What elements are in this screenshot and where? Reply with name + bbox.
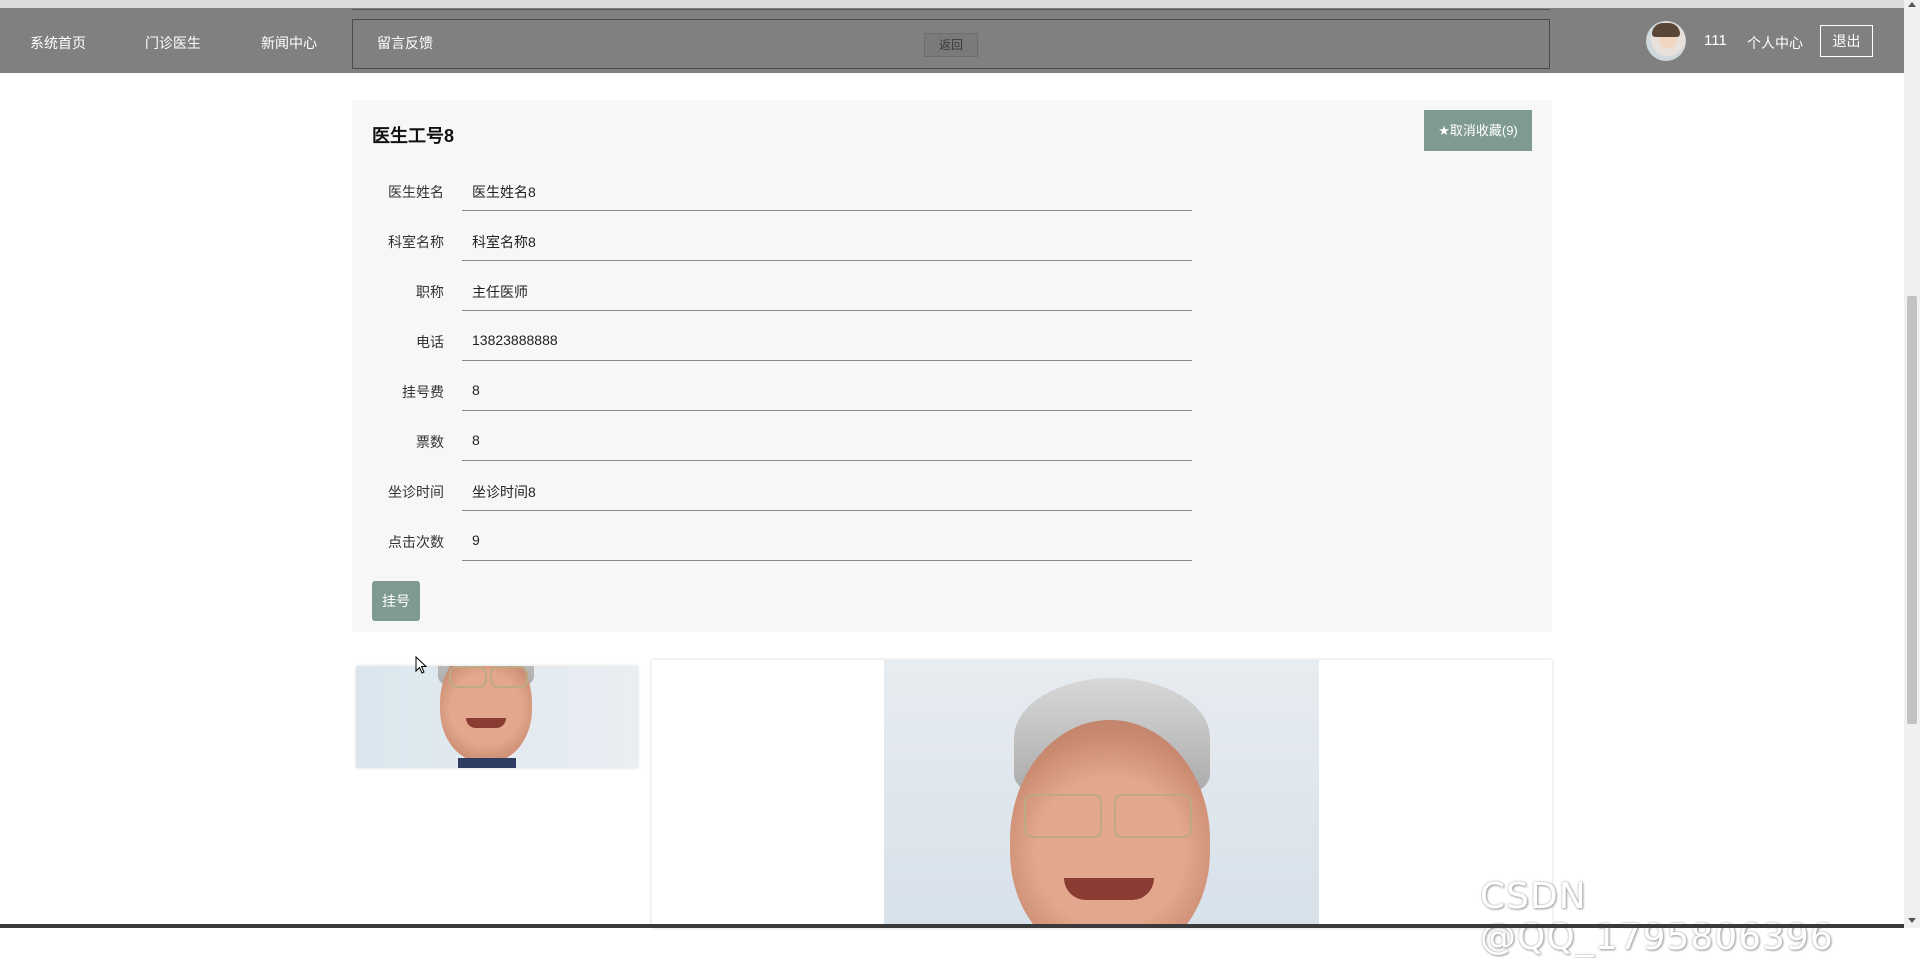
- top-navbar: 系统首页 门诊医生 新闻中心 留言反馈 返回 111 个人中心 退出: [0, 0, 1904, 73]
- field-row: 科室名称 科室名称8: [352, 210, 1192, 261]
- scroll-up-arrow-icon[interactable]: [1908, 2, 1916, 7]
- field-label: 职称: [416, 284, 444, 300]
- field-label: 电话: [416, 334, 444, 350]
- thumb-glasses-right: [490, 666, 528, 688]
- field-value: 科室名称8: [472, 234, 536, 250]
- doctor-photo: [884, 660, 1319, 928]
- field-label: 科室名称: [388, 234, 444, 250]
- field-value: 9: [472, 532, 480, 548]
- user-name: 111: [1704, 32, 1727, 49]
- nav-doctors[interactable]: 门诊医生: [145, 33, 201, 53]
- field-row: 电话 13823888888: [352, 310, 1192, 361]
- field-row: 点击次数 9: [352, 510, 1192, 561]
- field-row: 医生姓名 医生姓名8: [352, 160, 1192, 211]
- logout-button[interactable]: 退出: [1820, 25, 1873, 57]
- bottom-strip: [0, 924, 1904, 928]
- thumb-mouth: [466, 718, 506, 728]
- field-value: 8: [472, 382, 480, 398]
- unfavorite-button[interactable]: ★取消收藏(9): [1424, 110, 1532, 151]
- field-value: 8: [472, 432, 480, 448]
- field-value: 主任医师: [472, 284, 528, 300]
- doctor-id-title: 医生工号8: [372, 126, 455, 146]
- nav-news[interactable]: 新闻中心: [261, 33, 317, 53]
- field-label: 点击次数: [388, 534, 444, 550]
- doctor-detail-card: 医生工号8 ★取消收藏(9) 医生姓名 医生姓名8 科室名称 科室名称8 职称 …: [352, 100, 1552, 632]
- photo-glasses-right: [1114, 794, 1192, 838]
- top-strip: [0, 0, 1904, 8]
- field-value: 坐诊时间8: [472, 484, 536, 500]
- field-value: 医生姓名8: [472, 184, 536, 200]
- field-row: 坐诊时间 坐诊时间8: [352, 460, 1192, 511]
- field-label: 票数: [416, 434, 444, 450]
- field-row: 职称 主任医师: [352, 260, 1192, 311]
- photo-glasses-left: [1024, 794, 1102, 838]
- back-button[interactable]: 返回: [924, 33, 978, 57]
- field-underline: [462, 560, 1192, 561]
- frame-top-line: [352, 9, 1550, 10]
- avatar-hair: [1652, 23, 1680, 37]
- profile-link[interactable]: 个人中心: [1747, 33, 1803, 53]
- watermark: CSDN @QQ_1795806396: [1480, 876, 1834, 958]
- field-value: 13823888888: [472, 332, 558, 348]
- field-row: 挂号费 8: [352, 360, 1192, 411]
- nav-home[interactable]: 系统首页: [30, 33, 86, 53]
- register-button[interactable]: 挂号: [372, 581, 420, 621]
- field-label: 医生姓名: [388, 184, 444, 200]
- doctor-photo-thumbnail[interactable]: [356, 666, 638, 768]
- doctor-photo-main: [652, 660, 1552, 928]
- field-label: 挂号费: [402, 384, 444, 400]
- avatar[interactable]: [1646, 21, 1686, 61]
- scrollbar[interactable]: [1904, 0, 1920, 928]
- scroll-thumb[interactable]: [1907, 296, 1917, 724]
- thumb-shirt: [458, 758, 516, 768]
- field-label: 坐诊时间: [388, 484, 444, 500]
- nav-feedback[interactable]: 留言反馈: [377, 33, 433, 53]
- photo-mouth: [1064, 878, 1154, 900]
- thumb-glasses-left: [449, 666, 487, 688]
- field-row: 票数 8: [352, 410, 1192, 461]
